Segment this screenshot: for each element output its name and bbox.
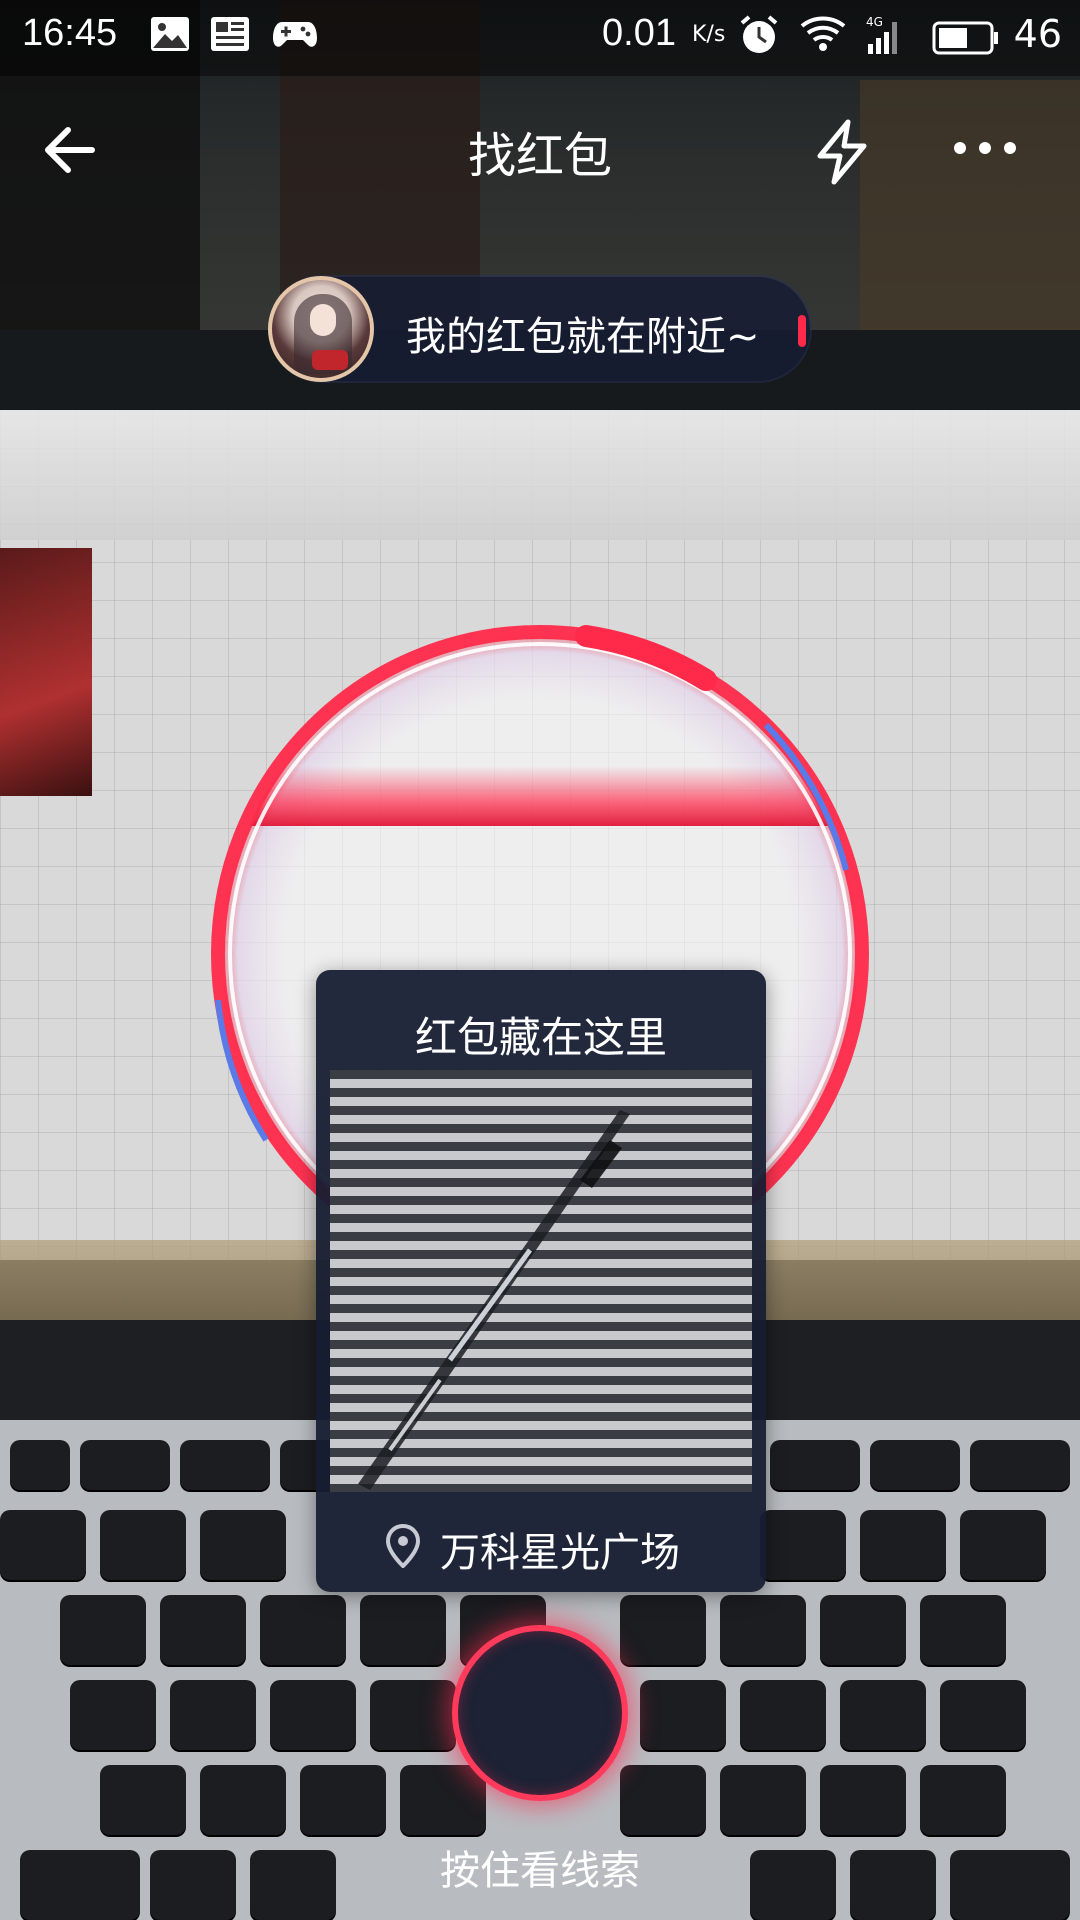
hold-to-view-clue-label: 按住看线索 [440, 1848, 640, 1894]
clue-card: 红包藏在这里 万科星光广场 [316, 970, 766, 1592]
ar-red-packet-screen: 16:45 0.01 K/s 4G 46 找红包 我的红包就在附近~ 红包藏在这… [0, 0, 1080, 1920]
news-icon [210, 16, 250, 61]
more-dots-icon[interactable] [950, 136, 1020, 160]
clue-card-title: 红包藏在这里 [414, 1013, 667, 1062]
gamepad-icon [272, 16, 318, 61]
location-pin-icon [385, 1523, 421, 1569]
avatar [268, 276, 374, 382]
flash-icon[interactable] [810, 118, 874, 186]
wifi-icon [800, 14, 846, 63]
hold-to-view-clue-button[interactable] [452, 1625, 628, 1801]
alarm-icon [738, 14, 780, 65]
clue-location-text: 万科星光广场 [440, 1530, 680, 1576]
hint-message-text: 我的红包就在附近~ [406, 314, 760, 360]
svg-text:4G: 4G [866, 15, 883, 29]
clue-photo [330, 1070, 752, 1492]
battery-icon [932, 20, 1000, 64]
network-speed-unit: K/s [692, 22, 726, 47]
top-nav-bar: 找红包 [0, 100, 1080, 200]
signal-4g-icon: 4G [864, 14, 904, 65]
image-icon [150, 16, 190, 61]
status-time: 16:45 [22, 12, 118, 54]
status-bar: 16:45 0.01 K/s 4G 46 [0, 0, 1080, 76]
page-title: 找红包 [467, 128, 612, 184]
battery-level: 46 [1013, 12, 1062, 56]
pen-image [358, 1110, 630, 1490]
clue-location: 万科星光广场 [316, 1520, 766, 1576]
network-speed-value: 0.01 [602, 12, 676, 54]
